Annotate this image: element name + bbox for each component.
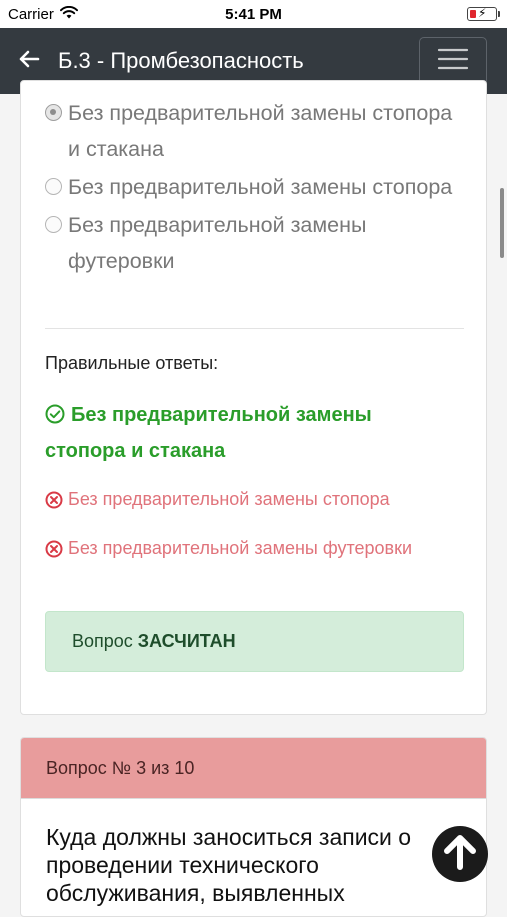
scroll-indicator[interactable] (500, 188, 504, 258)
check-circle-icon (45, 402, 65, 435)
option-label: Без предварительной замены стопора (68, 175, 453, 199)
answer-options: Без предварительной замены стопора и ста… (45, 95, 465, 281)
wrong-answer: Без предварительной замены футеровки (45, 538, 412, 559)
radio-icon[interactable] (45, 178, 62, 195)
option-label: Без предварительной замены стопора и ста… (68, 101, 453, 161)
hamburger-icon (437, 47, 469, 76)
status-bar: Carrier 5:41 PM ⚡ (0, 0, 507, 28)
answer-option[interactable]: Без предварительной замены стопора (45, 169, 465, 205)
result-status: ЗАСЧИТАН (137, 631, 236, 651)
correct-answers-heading: Правильные ответы: (45, 353, 219, 373)
page-title: Б.3 - Промбезопасность (58, 48, 304, 73)
x-circle-icon (45, 491, 63, 509)
next-question-card: Вопрос № 3 из 10 Куда должны заноситься … (20, 737, 487, 917)
menu-button[interactable] (419, 37, 487, 85)
clock: 5:41 PM (225, 5, 282, 23)
wrong-answer-text: Без предварительной замены стопора (68, 489, 390, 509)
answer-option[interactable]: Без предварительной замены стопора и ста… (45, 95, 465, 167)
result-alert: Вопрос ЗАСЧИТАН (45, 611, 464, 672)
correct-answer: Без предварительной замены стопора и ста… (45, 399, 445, 468)
battery-icon: ⚡ (467, 6, 500, 21)
answer-option[interactable]: Без предварительной замены футеровки (45, 207, 465, 279)
correct-answer-text: Без предварительной замены стопора и ста… (45, 404, 372, 462)
result-prefix: Вопрос (72, 631, 133, 651)
wrong-answer-text: Без предварительной замены футеровки (68, 538, 413, 558)
radio-checked-icon[interactable] (45, 104, 62, 121)
arrow-left-icon (18, 50, 40, 73)
question-counter: Вопрос № 3 из 10 (21, 738, 486, 799)
wrong-answer: Без предварительной замены стопора (45, 489, 390, 510)
divider (45, 328, 464, 329)
x-circle-icon (45, 540, 63, 558)
arrow-up-icon (443, 834, 477, 875)
answered-question-card: Без предварительной замены стопора и ста… (20, 80, 487, 715)
option-label: Без предварительной замены футеровки (68, 213, 367, 273)
question-text: Куда должны заноситься записи о проведен… (46, 824, 412, 906)
radio-icon[interactable] (45, 216, 62, 233)
scroll-to-top-button[interactable] (432, 826, 488, 882)
